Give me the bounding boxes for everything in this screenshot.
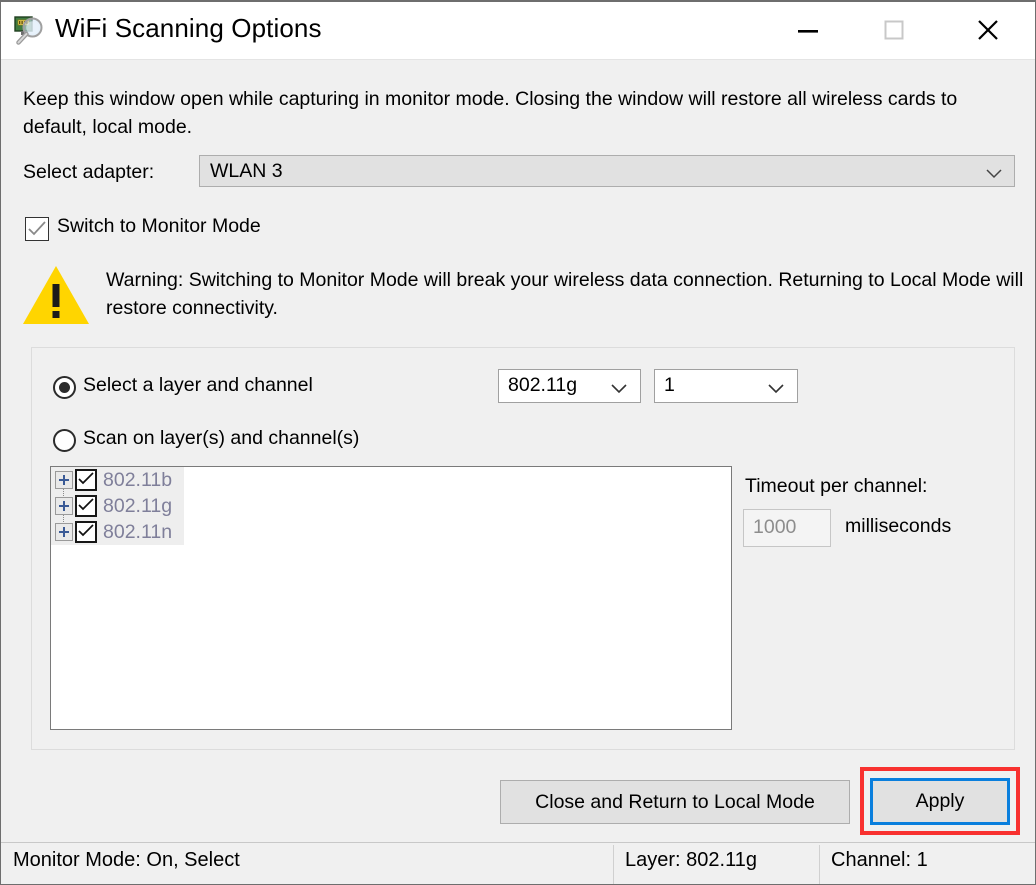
title-bar: WiFi Scanning Options bbox=[1, 2, 1035, 60]
radio-scan-layers-and-channels-label: Scan on layer(s) and channel(s) bbox=[83, 427, 360, 449]
plus-icon[interactable] bbox=[55, 471, 73, 489]
status-divider bbox=[613, 845, 614, 884]
status-bar: Monitor Mode: On, Select Layer: 802.11g … bbox=[1, 842, 1035, 884]
list-item-label: 802.11b bbox=[103, 468, 173, 491]
adapter-combobox[interactable]: WLAN 3 bbox=[199, 155, 1015, 187]
list-item-label: 802.11n bbox=[103, 520, 173, 543]
layer-combobox[interactable]: 802.11g bbox=[498, 369, 641, 403]
intro-text: Keep this window open while capturing in… bbox=[23, 88, 958, 138]
list-item[interactable]: 802.11g bbox=[51, 493, 184, 525]
switch-to-monitor-mode-label: Switch to Monitor Mode bbox=[57, 215, 261, 237]
select-adapter-label: Select adapter: bbox=[23, 161, 155, 183]
layer-checkbox[interactable] bbox=[75, 495, 97, 517]
list-item[interactable]: 802.11b bbox=[51, 467, 184, 499]
warning-triangle-icon bbox=[21, 264, 91, 326]
network-scan-icon bbox=[13, 14, 47, 48]
radio-select-layer-and-channel-button[interactable] bbox=[53, 376, 76, 399]
minimize-icon[interactable] bbox=[773, 2, 843, 58]
list-item-label: 802.11g bbox=[103, 494, 173, 517]
layer-checkbox[interactable] bbox=[75, 469, 97, 491]
channel-combobox-value: 1 bbox=[664, 374, 675, 396]
status-layer: Layer: 802.11g bbox=[625, 849, 757, 871]
switch-to-monitor-mode-checkbox[interactable] bbox=[25, 217, 49, 241]
close-icon[interactable] bbox=[953, 2, 1023, 58]
channel-combobox[interactable]: 1 bbox=[654, 369, 798, 403]
plus-icon[interactable] bbox=[55, 523, 73, 541]
maximize-icon[interactable] bbox=[859, 2, 929, 58]
layer-combobox-value: 802.11g bbox=[508, 374, 578, 396]
chevron-down-icon bbox=[611, 381, 627, 399]
wifi-scanning-options-window: WiFi Scanning Options Keep this window o… bbox=[0, 0, 1036, 885]
chevron-down-icon bbox=[986, 166, 1002, 184]
window-title: WiFi Scanning Options bbox=[55, 13, 322, 43]
radio-select-layer-and-channel-label: Select a layer and channel bbox=[83, 374, 313, 396]
layer-checkbox[interactable] bbox=[75, 521, 97, 543]
layer-channel-tree-items: 802.11b 802.11g 802.11n bbox=[51, 467, 184, 545]
layer-channel-tree[interactable]: 802.11b 802.11g 802.11n bbox=[50, 466, 732, 730]
adapter-combobox-value: WLAN 3 bbox=[210, 160, 283, 182]
status-divider bbox=[819, 845, 820, 884]
warning-text: Warning: Switching to Monitor Mode will … bbox=[106, 269, 1024, 319]
status-channel: Channel: 1 bbox=[831, 849, 928, 871]
timeout-per-channel-label: Timeout per channel: bbox=[745, 475, 928, 497]
timeout-input-value: 1000 bbox=[753, 516, 797, 538]
apply-button[interactable]: Apply bbox=[870, 778, 1010, 825]
plus-icon[interactable] bbox=[55, 497, 73, 515]
status-monitor-mode: Monitor Mode: On, Select bbox=[13, 849, 240, 871]
radio-scan-layers-and-channels-button[interactable] bbox=[53, 429, 76, 452]
list-item[interactable]: 802.11n bbox=[51, 519, 184, 545]
close-and-return-to-local-mode-button[interactable]: Close and Return to Local Mode bbox=[500, 780, 850, 824]
chevron-down-icon bbox=[768, 381, 784, 399]
timeout-input[interactable]: 1000 bbox=[743, 509, 831, 547]
timeout-units-label: milliseconds bbox=[845, 515, 952, 537]
